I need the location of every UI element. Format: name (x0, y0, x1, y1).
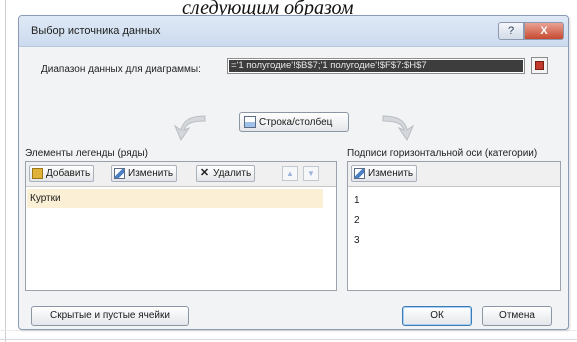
switch-row-column-button[interactable]: Строка/столбец (239, 112, 349, 132)
page-left-border (5, 0, 6, 342)
move-up-button[interactable]: ▲ (282, 166, 298, 181)
hidden-and-empty-cells-button[interactable]: Скрытые и пустые ячейки (31, 306, 189, 326)
legend-toolbar: Добавить Изменить ✕ Удалить ▲ ▼ (26, 162, 336, 187)
edit-icon (114, 168, 125, 179)
arrow-down-icon: ▼ (307, 169, 315, 178)
series-name: Куртки (30, 193, 61, 204)
list-item[interactable]: 1 (354, 195, 360, 206)
edit-axis-labels-button[interactable]: Изменить (351, 165, 418, 182)
chart-data-range-value: ='1 полугодие'!$B$7;'1 полугодие'!$F$7:$… (229, 60, 523, 72)
legend-entries-label: Элементы легенды (ряды) (25, 148, 149, 159)
curved-arrow-left-icon (173, 115, 206, 142)
chart-data-range-label: Диапазон данных для диаграммы: (41, 64, 201, 75)
list-item[interactable]: 3 (354, 235, 360, 246)
select-data-source-dialog: Выбор источника данных ? X Диапазон данн… (18, 15, 569, 330)
move-down-button[interactable]: ▼ (303, 166, 319, 181)
help-button[interactable]: ? (498, 22, 524, 40)
legend-entries-panel: Добавить Изменить ✕ Удалить ▲ ▼ Куртки (25, 161, 337, 291)
page-divider (0, 330, 577, 331)
axis-labels-panel: Изменить 1 2 3 (347, 161, 561, 291)
cancel-button[interactable]: Отмена (482, 306, 552, 326)
switch-row-column-label: Строка/столбец (259, 116, 333, 128)
edit-icon (354, 168, 365, 179)
delete-icon: ✕ (199, 167, 210, 179)
add-icon (32, 168, 43, 179)
edit-series-button[interactable]: Изменить (111, 165, 178, 182)
ok-button[interactable]: ОК (402, 306, 472, 326)
dialog-title-bar[interactable]: Выбор источника данных ? X (19, 16, 568, 47)
chart-data-range-input[interactable]: ='1 полугодие'!$B$7;'1 полугодие'!$F$7:$… (227, 58, 525, 74)
collapse-dialog-button[interactable] (531, 57, 548, 74)
axis-labels-label: Подписи горизонтальной оси (категории) (347, 148, 538, 159)
axis-toolbar: Изменить (348, 162, 560, 187)
dialog-title: Выбор источника данных (31, 25, 161, 37)
delete-series-label: Удалить (213, 168, 252, 179)
switch-row-column-icon (244, 116, 256, 128)
curved-arrow-right-icon (382, 115, 415, 142)
list-item[interactable]: 2 (354, 215, 360, 226)
close-button[interactable]: X (524, 22, 564, 40)
edit-series-label: Изменить (128, 168, 174, 179)
add-series-label: Добавить (46, 168, 91, 179)
page-bottom-border (0, 339, 577, 340)
delete-series-button[interactable]: ✕ Удалить (196, 165, 256, 182)
list-item[interactable]: Куртки (27, 189, 323, 208)
add-series-button[interactable]: Добавить (29, 165, 95, 182)
arrow-up-icon: ▲ (286, 169, 294, 178)
edit-axis-labels-label: Изменить (368, 168, 414, 179)
